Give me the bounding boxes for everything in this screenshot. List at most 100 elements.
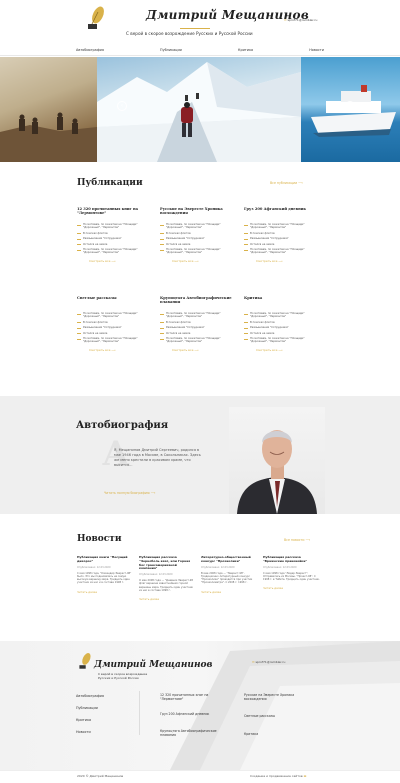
publication-item[interactable]: Остался на земле (244, 332, 322, 335)
publication-group-title[interactable]: 12 320 прочитанных книг на "Лермонтове" (77, 207, 155, 221)
footer-email[interactable]: ✉ sprof71@rambler.ru (252, 660, 285, 664)
developer-credit-link[interactable]: Создание и продвижение сайтов ▬ (250, 774, 306, 778)
news-card-excerpt: С мая 1998 года "Лидер Эверест". Отправи… (263, 571, 320, 582)
dash-icon (160, 322, 164, 324)
arrow-right-icon: ⟶ (111, 258, 116, 263)
dash-icon (244, 249, 248, 251)
publication-item[interactable]: По мотивам, по сюжетам на "Площади" "Дор… (160, 248, 238, 255)
footer-nav-publications[interactable]: Публикации (76, 706, 98, 710)
publication-item[interactable]: По мотивам, по сюжетам на "Площади" "Дор… (160, 337, 238, 344)
footer-nav-autobiography[interactable]: Автобиография (76, 694, 104, 698)
publication-item[interactable]: В поисках флотов (244, 321, 322, 324)
news-card-title[interactable]: Публикация книги "Несущий дикорос" (77, 555, 134, 564)
all-news-link[interactable]: Все новости ⟶ (284, 538, 310, 542)
publication-item[interactable]: По мотивам, по сюжетам на "Площади" "Дор… (244, 337, 322, 344)
publication-item[interactable]: Остался на земле (77, 332, 155, 335)
publication-item[interactable]: Остался на земле (77, 243, 155, 246)
hero-slide-ship: › (301, 57, 400, 162)
publication-group-title[interactable]: Критика (244, 296, 322, 310)
read-more-link[interactable]: Читать далее (201, 590, 258, 594)
dash-icon (77, 338, 81, 340)
hero-slider: ‹ › (0, 57, 400, 162)
publication-group-title[interactable]: Груз 200 Афганский дневник (244, 207, 322, 221)
news-card[interactable]: Публикация рассказа "Черноболь взял, или… (139, 555, 196, 601)
news-card-date: Опубликовано: 12.03.2020 (139, 573, 173, 577)
publication-group: Груз 200 Афганский дневник По мотивам, п… (244, 207, 322, 263)
see-all-link[interactable]: Смотреть все ⟶ (89, 348, 155, 352)
soldiers-image (0, 112, 97, 162)
footer-logo-name[interactable]: Дмитрий Мещанинов (94, 660, 212, 670)
news-card[interactable]: Литературно-общественный конкурс "Прозао… (201, 555, 258, 594)
site-tagline: С верой в скорое возрождение Русских и Р… (126, 31, 253, 36)
dash-icon (77, 224, 81, 226)
publication-group-title[interactable]: Светлые рассказы (77, 296, 155, 310)
publication-item[interactable]: По мотивам, по сюжетам на "Площади" "Дор… (244, 223, 322, 230)
read-more-link[interactable]: Читать далее (263, 586, 320, 590)
news-card-date: Опубликовано: 12.03.2020 (77, 565, 111, 569)
publication-item[interactable]: Остался на земле (160, 332, 238, 335)
see-all-link[interactable]: Смотреть все ⟶ (256, 348, 322, 352)
dash-icon (77, 313, 81, 315)
all-publications-link[interactable]: Все публикации ⟶ (270, 181, 303, 185)
publication-item[interactable]: В поисках флотов (77, 232, 155, 235)
publication-item[interactable]: Размышления "Сотрудника" (77, 326, 155, 329)
read-more-link[interactable]: Читать далее (77, 590, 134, 594)
see-all-link[interactable]: Смотреть все ⟶ (256, 259, 322, 263)
publication-item[interactable]: Размышления "Сотрудника" (160, 326, 238, 329)
footer-publication-link[interactable]: Груз 200 Афганский дневник (160, 712, 230, 716)
publication-item[interactable]: В поисках флотов (160, 321, 238, 324)
publication-item[interactable]: По мотивам, по сюжетам на "Площади" "Дор… (77, 248, 155, 255)
news-card-title[interactable]: Публикация рассказа "Черноболь взял, или… (139, 555, 196, 571)
footer-publication-link[interactable]: 12 320 прочитанных книг на "Лермонтове" (160, 693, 230, 701)
publication-item[interactable]: Остался на земле (244, 243, 322, 246)
see-all-link[interactable]: Смотреть все ⟶ (172, 348, 238, 352)
read-more-link[interactable]: Читать далее (139, 597, 196, 601)
news-card[interactable]: Публикация книги "Несущий дикорос" Опубл… (77, 555, 134, 594)
publication-item[interactable]: По мотивам, по сюжетам на "Площади" "Дор… (244, 248, 322, 255)
publication-item[interactable]: Размышления "Сотрудника" (160, 237, 238, 240)
footer-nav-criticism[interactable]: Критика (76, 718, 91, 722)
nav-item-criticism[interactable]: Критика (238, 48, 253, 52)
publication-item[interactable]: По мотивам, по сюжетам на "Площади" "Дор… (160, 223, 238, 230)
publication-item[interactable]: В поисках флотов (244, 232, 322, 235)
news-card[interactable]: Публикация рассказа "Вражеские правовойк… (263, 555, 320, 590)
copyright-text: 2020 © Дмитрий Мещанинов (77, 774, 124, 778)
publication-item[interactable]: По мотивам, по сюжетам на "Площади" "Дор… (244, 312, 322, 319)
publication-group-title[interactable]: Русские на Эвересте Хроника восхождения (160, 207, 238, 221)
see-all-link[interactable]: Смотреть все ⟶ (172, 259, 238, 263)
nav-item-publications[interactable]: Публикации (160, 48, 182, 52)
feather-logo-icon (88, 6, 104, 29)
nav-item-news[interactable]: Новости (309, 48, 324, 52)
news-card-title[interactable]: Публикация рассказа "Вражеские правовойк… (263, 555, 320, 564)
footer-publication-link[interactable]: Светлые рассказы (244, 714, 314, 718)
publication-item[interactable]: Размышления "Сотрудника" (244, 326, 322, 329)
publication-group-title[interactable]: Крупоцтяга Автобиографические плавания (160, 296, 238, 310)
nav-item-autobiography[interactable]: Автобиография (76, 48, 104, 52)
publication-item[interactable]: Размышления "Сотрудника" (77, 237, 155, 240)
slider-next-arrow-icon[interactable]: › (345, 101, 355, 111)
dash-icon (244, 313, 248, 315)
arrow-right-icon: ⟶ (278, 347, 283, 352)
publication-item[interactable]: Остался на земле (160, 243, 238, 246)
publication-item[interactable]: По мотивам, по сюжетам на "Площади" "Дор… (77, 223, 155, 230)
publication-group: Крупоцтяга Автобиографические плавания П… (160, 296, 238, 352)
dash-icon (244, 322, 248, 324)
publication-item[interactable]: В поисках флотов (160, 232, 238, 235)
header-email[interactable]: ✉ sprof71@rambler.ru (284, 18, 317, 22)
read-biography-link[interactable]: Читать полную биографию ⟶ (104, 491, 155, 495)
footer-publication-link[interactable]: Критика (244, 732, 314, 736)
news-card-title[interactable]: Литературно-общественный конкурс "Прозао… (201, 555, 258, 564)
footer-publication-link[interactable]: Крупоцтяга Автобиографические плавания (160, 729, 230, 737)
publication-item[interactable]: Размышления "Сотрудника" (244, 237, 322, 240)
footer-publication-link[interactable]: Русские на Эвересте Хроника восхождения (244, 693, 314, 701)
publication-group: Русские на Эвересте Хроника восхождения … (160, 207, 238, 263)
publication-item[interactable]: В поисках флотов (77, 321, 155, 324)
footer-nav-news[interactable]: Новости (76, 730, 91, 734)
slider-prev-arrow-icon[interactable]: ‹ (117, 101, 127, 111)
see-all-link[interactable]: Смотреть все ⟶ (89, 259, 155, 263)
dash-icon (160, 244, 164, 246)
publication-item[interactable]: По мотивам, по сюжетам на "Площади" "Дор… (160, 312, 238, 319)
publication-item[interactable]: По мотивам, по сюжетам на "Площади" "Дор… (77, 337, 155, 344)
publication-item[interactable]: По мотивам, по сюжетам на "Площади" "Дор… (77, 312, 155, 319)
news-card-excerpt: О мае 2008 года — "Дневник Эверест-98 фл… (139, 579, 193, 593)
